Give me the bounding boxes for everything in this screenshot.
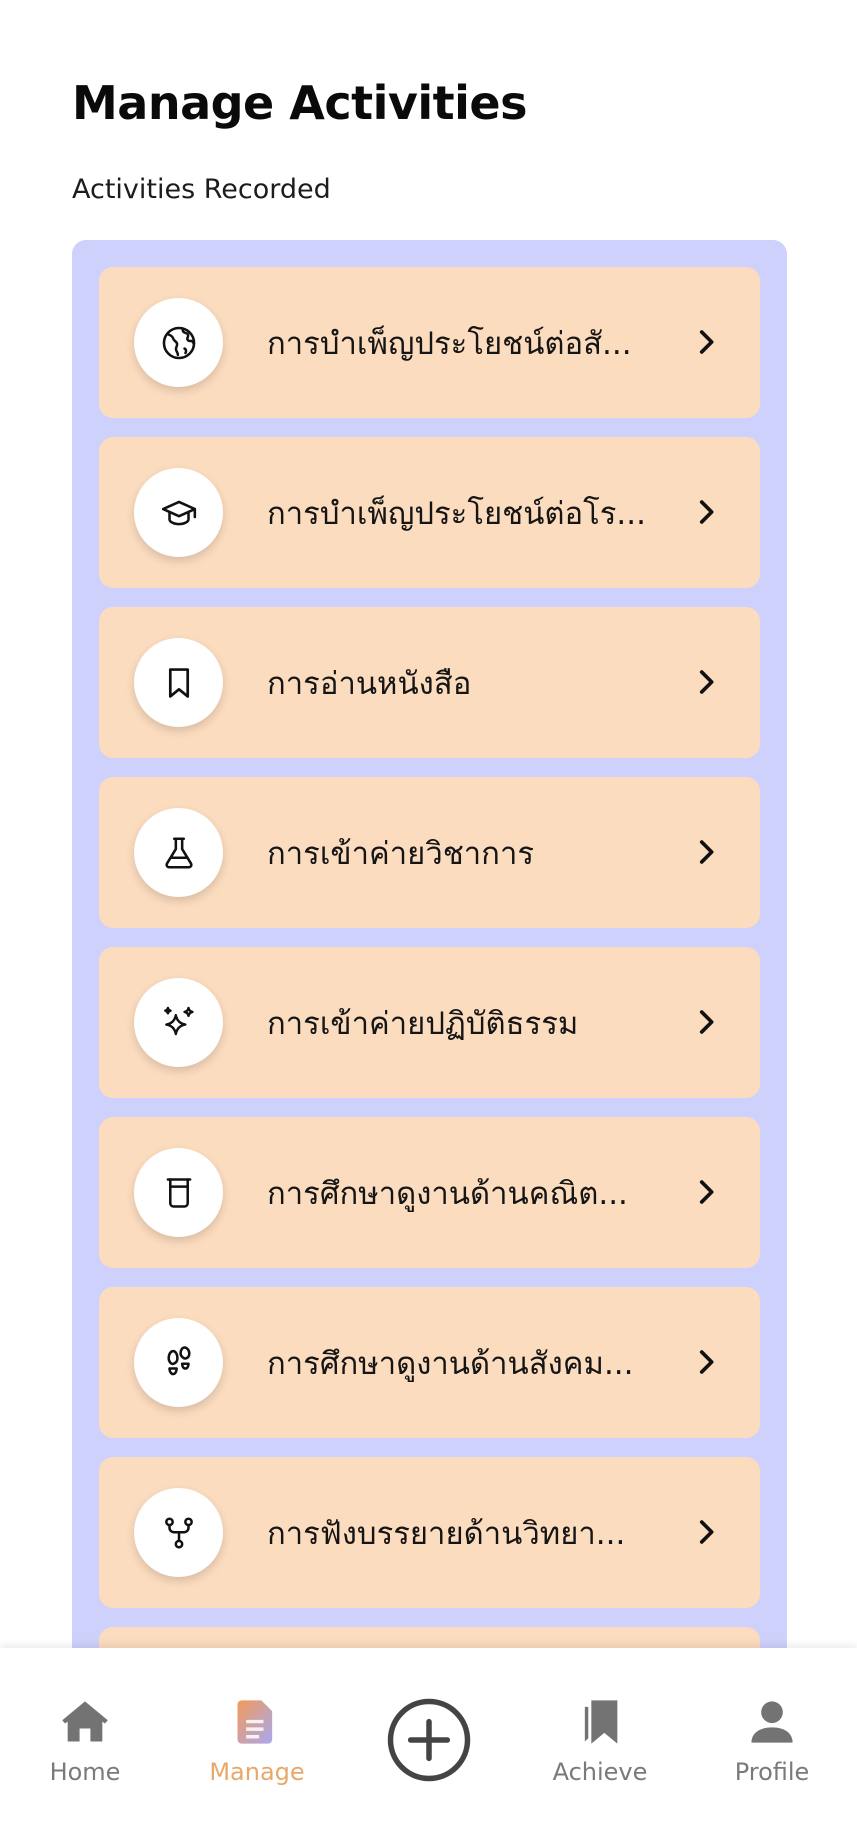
nav-label: Manage	[209, 1758, 305, 1786]
activity-label: การอ่านหนังสือ	[267, 665, 472, 702]
activity-label: การบำเพ็ญประโยชน์ต่อโร...	[267, 495, 646, 532]
nav-item-manage[interactable]: Manage	[192, 1696, 322, 1806]
activities-list: การบำเพ็ญประโยชน์ต่อสั... การบำเพ็ญประโย…	[72, 240, 787, 1778]
plus-circle-icon[interactable]	[385, 1696, 473, 1784]
activity-label: การเข้าค่ายวิชาการ	[267, 835, 535, 872]
activity-item[interactable]: การเข้าค่ายวิชาการ	[99, 777, 760, 928]
activity-item[interactable]: การศึกษาดูงานด้านคณิต...	[99, 1117, 760, 1268]
nav-item-achieve[interactable]: Achieve	[535, 1696, 665, 1806]
globe-icon	[162, 326, 195, 359]
activity-icon-container	[134, 808, 223, 897]
sparkles-icon	[163, 1006, 194, 1035]
activity-label: การศึกษาดูงานด้านสังคม...	[267, 1345, 634, 1382]
flask-icon	[164, 836, 193, 869]
activity-icon-container	[134, 1148, 223, 1237]
nav-label: Home	[49, 1758, 121, 1786]
activity-item[interactable]: การศึกษาดูงานด้านสังคม...	[99, 1287, 760, 1438]
activity-label: การบำเพ็ญประโยชน์ต่อสั...	[267, 325, 632, 362]
activity-icon-container	[134, 468, 223, 557]
activity-item[interactable]: การเข้าค่ายปฏิบัติธรรม	[99, 947, 760, 1098]
activity-label: การเข้าค่ายปฏิบัติธรรม	[267, 1005, 579, 1042]
chevron-right-icon	[699, 1180, 714, 1204]
manage-activities-screen: Manage Activities Activities Recorded กา…	[0, 0, 857, 1832]
chevron-right-icon	[699, 1010, 714, 1034]
activity-label: การศึกษาดูงานด้านคณิต...	[267, 1175, 628, 1212]
activity-icon-container	[134, 1488, 223, 1577]
nav-item-home[interactable]: Home	[20, 1696, 150, 1806]
activity-label: การฟังบรรยายด้านวิทยา...	[267, 1515, 626, 1552]
activity-item[interactable]: การบำเพ็ญประโยชน์ต่อสั...	[99, 267, 760, 418]
page-title: Manage Activities	[72, 76, 527, 130]
home-icon	[62, 1701, 108, 1742]
bookmark-icon	[168, 667, 189, 698]
page-subtitle: Activities Recorded	[72, 174, 331, 205]
chevron-right-icon	[699, 1350, 714, 1374]
document-icon	[237, 1700, 273, 1744]
graduation-cap-icon	[161, 500, 196, 525]
chevron-right-icon	[699, 840, 714, 864]
activity-icon-container	[134, 978, 223, 1067]
nav-label: Profile	[734, 1758, 810, 1786]
bottom-navigation: Home Manage Achieve Profile	[0, 1648, 857, 1832]
chevron-right-icon	[699, 1520, 714, 1544]
activity-icon-container	[134, 1318, 223, 1407]
chevron-right-icon	[699, 500, 714, 524]
chevron-right-icon	[699, 670, 714, 694]
activity-icon-container	[134, 298, 223, 387]
chevron-right-icon	[699, 330, 714, 354]
beaker-icon	[166, 1177, 191, 1208]
activity-item[interactable]: การฟังบรรยายด้านวิทยา...	[99, 1457, 760, 1608]
activity-icon-container	[134, 638, 223, 727]
git-fork-icon	[164, 1516, 193, 1549]
nav-label: Achieve	[552, 1758, 648, 1786]
activity-item[interactable]: การอ่านหนังสือ	[99, 607, 760, 758]
nav-item-profile[interactable]: Profile	[707, 1696, 837, 1806]
bookmarks-icon	[584, 1700, 618, 1744]
footprints-icon	[166, 1345, 191, 1375]
activity-item[interactable]: การบำเพ็ญประโยชน์ต่อโร...	[99, 437, 760, 588]
user-icon	[751, 1701, 793, 1743]
